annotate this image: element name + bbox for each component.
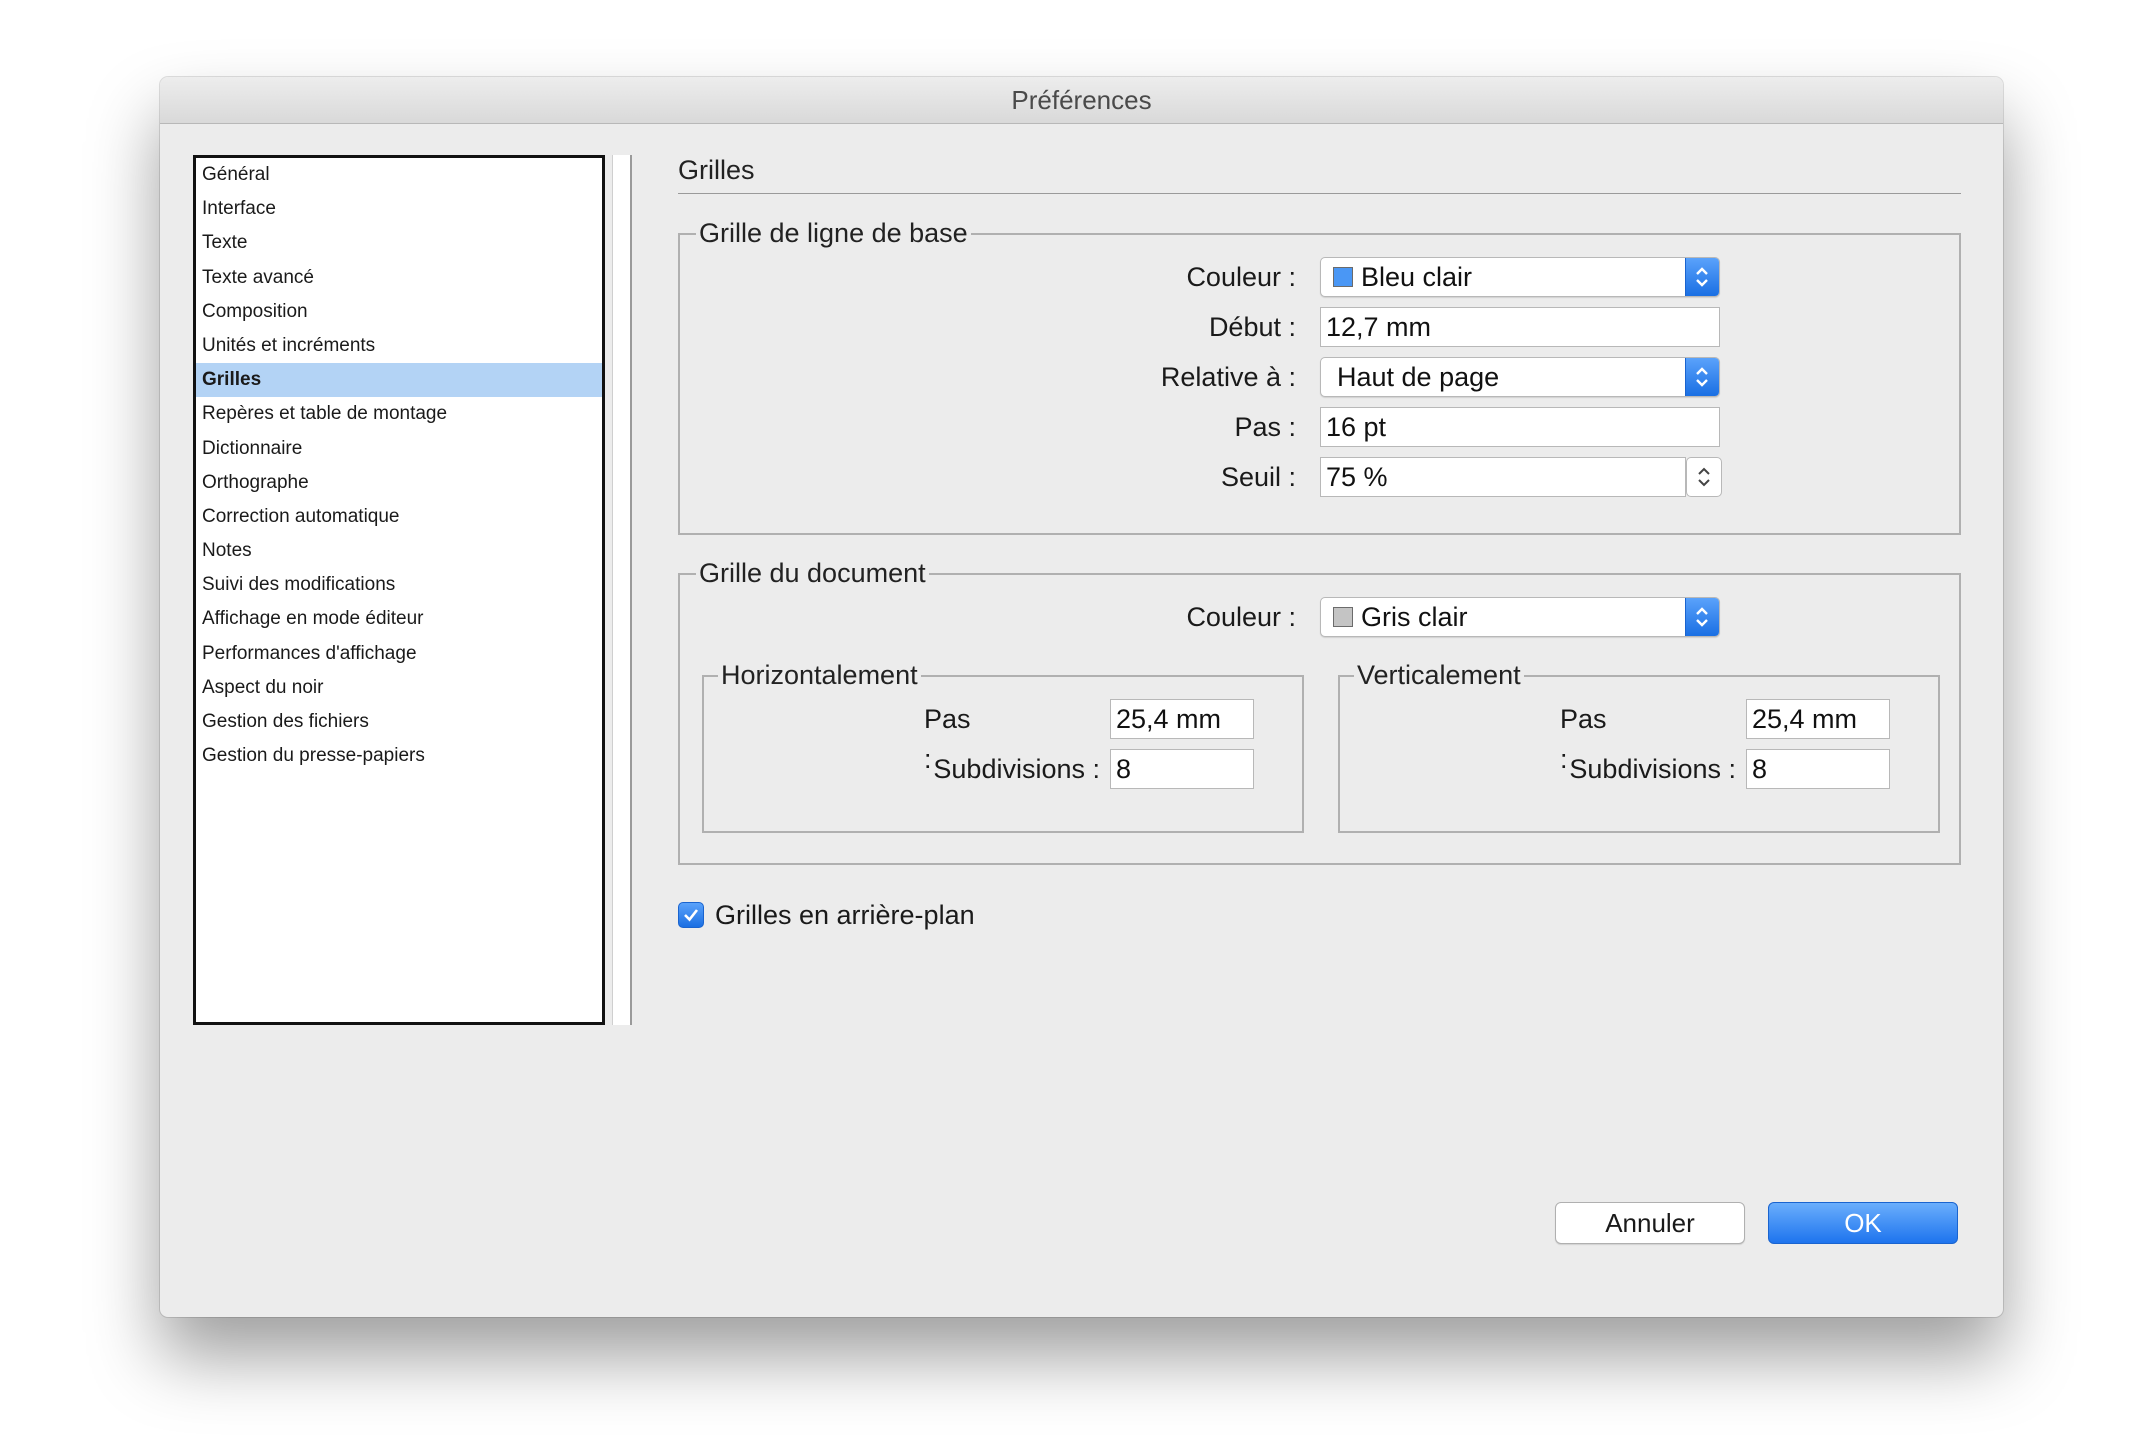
sidebar-item-advanced-text[interactable]: Texte avancé <box>196 261 602 295</box>
preferences-window: Préférences Général Interface Texte Text… <box>160 77 2003 1317</box>
baseline-start-label: Début : <box>1208 312 1296 342</box>
color-swatch-icon <box>1333 267 1353 287</box>
baseline-grid-group: Grille de ligne de base Couleur : Bleu c… <box>678 216 1961 535</box>
sidebar-item-autocorrect[interactable]: Correction automatique <box>196 500 602 534</box>
baseline-start-input[interactable]: 12,7 mm <box>1320 307 1720 347</box>
sidebar-item-file-handling[interactable]: Gestion des fichiers <box>196 705 602 739</box>
sidebar-item-notes[interactable]: Notes <box>196 534 602 568</box>
sidebar-item-guides-pasteboard[interactable]: Repères et table de montage <box>196 397 602 431</box>
baseline-relative-label: Relative à : <box>1160 362 1296 392</box>
cancel-button[interactable]: Annuler <box>1555 1202 1745 1244</box>
section-divider <box>678 193 1961 194</box>
sidebar-item-clipboard-handling[interactable]: Gestion du presse-papiers <box>196 739 602 773</box>
sidebar-item-composition[interactable]: Composition <box>196 295 602 329</box>
vertical-subdivisions-label: Subdivisions : <box>1569 754 1736 784</box>
sidebar-item-track-changes[interactable]: Suivi des modifications <box>196 568 602 602</box>
sidebar-item-dictionary[interactable]: Dictionnaire <box>196 432 602 466</box>
sidebar-item-story-editor[interactable]: Affichage en mode éditeur <box>196 602 602 636</box>
document-color-select[interactable]: Gris clair <box>1320 597 1720 637</box>
horizontal-step-input[interactable]: 25,4 mm <box>1110 699 1254 739</box>
sidebar-item-black-appearance[interactable]: Aspect du noir <box>196 671 602 705</box>
horizontal-subgroup: Horizontalement Pas : 25,4 mm Subdivisio… <box>702 658 1304 833</box>
sidebar-item-grids[interactable]: Grilles <box>196 363 602 398</box>
section-title: Grilles <box>678 155 755 185</box>
vertical-step-input[interactable]: 25,4 mm <box>1746 699 1890 739</box>
document-grid-group: Grille du document Couleur : Gris clair … <box>678 556 1961 865</box>
sidebar-item-general[interactable]: Général <box>196 158 602 192</box>
sidebar-item-units-increments[interactable]: Unités et incréments <box>196 329 602 363</box>
document-color-label: Couleur : <box>1186 602 1296 632</box>
baseline-threshold-input[interactable]: 75 % <box>1320 457 1686 497</box>
chevron-updown-icon <box>1685 358 1719 396</box>
checkmark-icon <box>684 909 699 922</box>
baseline-relative-value: Haut de page <box>1337 362 1500 392</box>
ok-button[interactable]: OK <box>1768 1202 1958 1244</box>
category-list-scrollbar[interactable] <box>612 155 632 1025</box>
vertical-title: Verticalement <box>1354 658 1524 692</box>
color-swatch-icon <box>1333 607 1353 627</box>
baseline-relative-select[interactable]: Haut de page <box>1320 357 1720 397</box>
baseline-step-input[interactable]: 16 pt <box>1320 407 1720 447</box>
baseline-color-label: Couleur : <box>1186 262 1296 292</box>
baseline-step-label: Pas : <box>1234 412 1296 442</box>
vertical-subgroup: Verticalement Pas : 25,4 mm Subdivisions… <box>1338 658 1940 833</box>
vertical-subdivisions-input[interactable]: 8 <box>1746 749 1890 789</box>
document-grid-title: Grille du document <box>696 556 929 590</box>
baseline-color-select[interactable]: Bleu clair <box>1320 257 1720 297</box>
category-list[interactable]: Général Interface Texte Texte avancé Com… <box>193 155 605 1025</box>
grids-in-back-label[interactable]: Grilles en arrière-plan <box>715 895 975 935</box>
sidebar-item-interface[interactable]: Interface <box>196 192 602 226</box>
sidebar-item-spelling[interactable]: Orthographe <box>196 466 602 500</box>
horizontal-title: Horizontalement <box>718 658 921 692</box>
threshold-stepper[interactable] <box>1686 457 1722 497</box>
chevron-updown-icon <box>1685 258 1719 296</box>
stepper-arrows-icon <box>1698 467 1710 487</box>
window-title: Préférences <box>160 77 2003 124</box>
sidebar-item-display-performance[interactable]: Performances d'affichage <box>196 637 602 671</box>
horizontal-subdivisions-input[interactable]: 8 <box>1110 749 1254 789</box>
baseline-grid-title: Grille de ligne de base <box>696 216 971 250</box>
baseline-color-value: Bleu clair <box>1361 262 1473 292</box>
sidebar-item-text[interactable]: Texte <box>196 226 602 260</box>
document-color-value: Gris clair <box>1361 602 1468 632</box>
grids-in-back-checkbox[interactable] <box>678 902 704 928</box>
chevron-updown-icon <box>1685 598 1719 636</box>
horizontal-subdivisions-label: Subdivisions : <box>933 754 1100 784</box>
baseline-threshold-label: Seuil : <box>1220 462 1296 492</box>
